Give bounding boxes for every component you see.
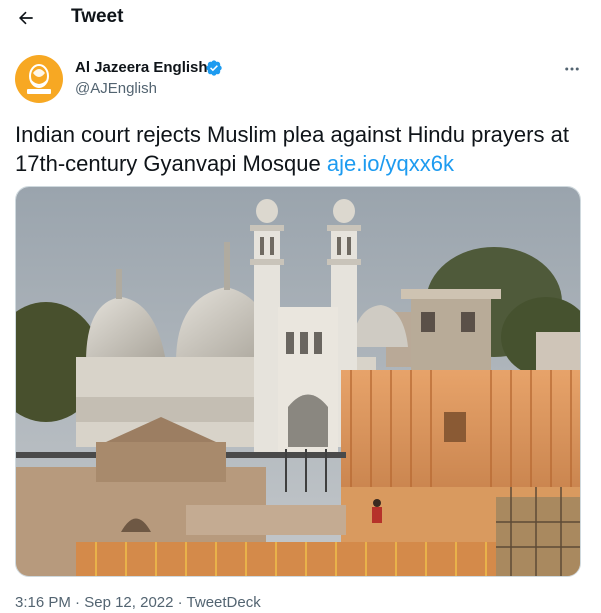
meta-separator-2: ·: [173, 594, 187, 611]
verified-badge-icon: [206, 60, 222, 76]
tweet-photo[interactable]: [15, 186, 581, 577]
tweet-author: Al Jazeera English @AJEnglish: [15, 55, 585, 105]
tweet-source[interactable]: TweetDeck: [187, 594, 261, 611]
mosque-photo: [16, 187, 580, 576]
meta-separator: ·: [70, 594, 85, 611]
al-jazeera-logo-icon: [27, 64, 51, 94]
tweet-link[interactable]: aje.io/yqxx6k: [327, 151, 454, 176]
page-title: Tweet: [71, 6, 124, 27]
tweet-text: Indian court rejects Muslim plea against…: [15, 120, 585, 178]
author-handle[interactable]: @AJEnglish: [75, 80, 157, 97]
back-arrow-icon: [19, 11, 33, 25]
tweet-time[interactable]: 3:16 PM: [15, 594, 71, 611]
more-options-icon: [565, 67, 579, 71]
back-button[interactable]: [12, 4, 40, 32]
more-options-button[interactable]: [560, 57, 584, 81]
tweet-header: Tweet: [0, 0, 601, 36]
tweet-metadata: 3:16 PM · Sep 12, 2022 · TweetDeck: [15, 594, 261, 611]
avatar[interactable]: [15, 55, 63, 103]
tweet-date[interactable]: Sep 12, 2022: [84, 594, 173, 611]
author-name[interactable]: Al Jazeera English: [75, 59, 208, 76]
tweet-body: Indian court rejects Muslim plea against…: [15, 122, 569, 176]
